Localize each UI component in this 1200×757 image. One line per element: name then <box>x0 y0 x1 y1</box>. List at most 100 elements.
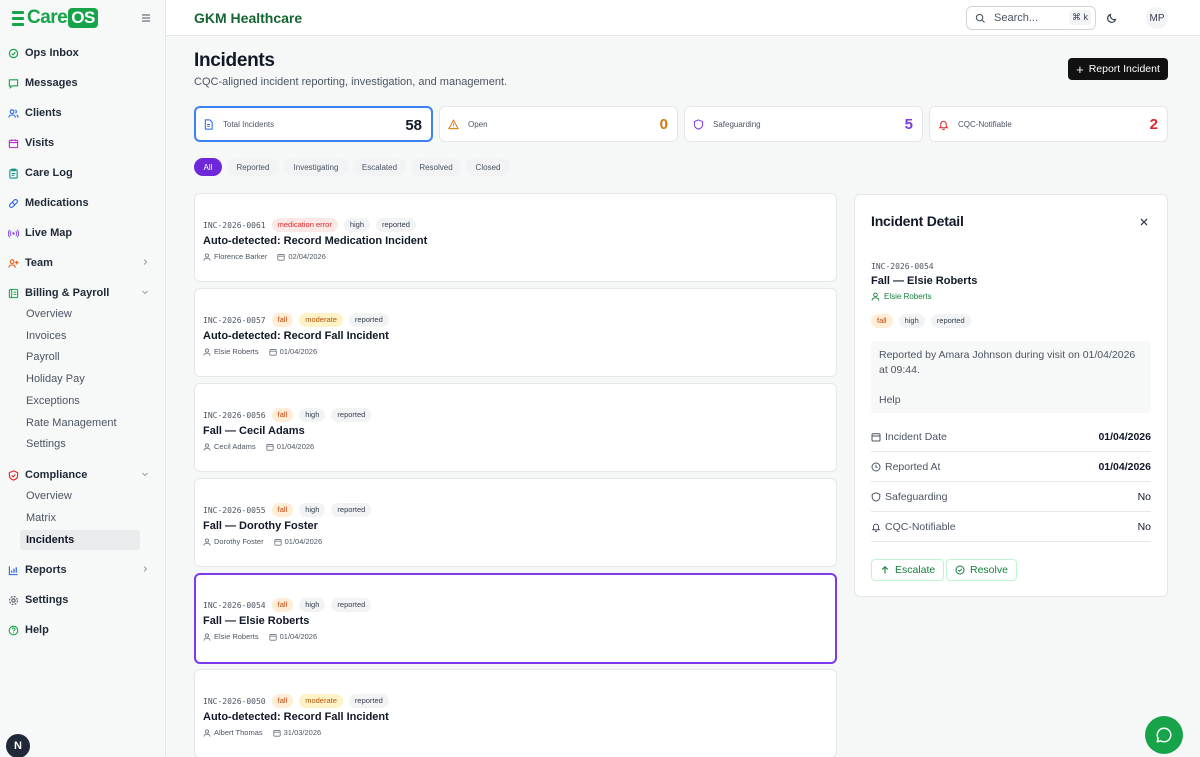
chat-button[interactable] <box>1145 716 1183 754</box>
search-input[interactable]: Search... ⌘ k <box>966 6 1096 30</box>
resolve-button[interactable]: Resolve <box>946 559 1017 581</box>
clipboard-icon <box>8 168 19 179</box>
sidebar-subitem-billing-settings[interactable]: Settings <box>20 434 140 454</box>
sidebar-item-compliance[interactable]: Compliance <box>8 464 158 486</box>
sidebar-item-help[interactable]: Help <box>8 619 158 641</box>
sidebar-item-label: Visits <box>25 137 55 149</box>
sidebar-item-label: Medications <box>25 197 89 209</box>
sidebar-item-label: Live Map <box>25 227 73 239</box>
incident-date: 01/04/2026 <box>276 442 315 451</box>
sidebar-subitem-holiday-pay[interactable]: Holiday Pay <box>20 369 140 389</box>
resolve-label: Resolve <box>970 564 1008 576</box>
incident-date: 01/04/2026 <box>279 632 318 641</box>
incident-card[interactable]: INC-2026-0050 fall moderate reported Aut… <box>194 669 837 757</box>
incident-card[interactable]: INC-2026-0061 medication error high repo… <box>194 193 837 282</box>
incident-card[interactable]: INC-2026-0056 fall high reported Fall — … <box>194 383 837 472</box>
sidebar-item-clients[interactable]: Clients <box>8 102 158 124</box>
n-badge-icon[interactable]: N <box>6 734 30 757</box>
search-shortcut: ⌘ k <box>1068 10 1091 25</box>
detail-client-link[interactable]: Elsie Roberts <box>871 292 932 301</box>
stat-total-incidents[interactable]: Total Incidents 58 <box>194 106 433 142</box>
escalate-label: Escalate <box>895 564 936 576</box>
escalate-button[interactable]: Escalate <box>871 559 945 581</box>
incident-detail-panel: Incident Detail INC-2026-0054 Fall — Els… <box>854 194 1168 597</box>
moon-icon[interactable] <box>1106 12 1118 24</box>
filter-resolved[interactable]: Resolved <box>411 158 461 176</box>
sidebar-subitem-matrix[interactable]: Matrix <box>20 508 140 528</box>
user-icon <box>871 292 880 301</box>
sidebar-item-live-map[interactable]: Live Map <box>8 222 158 244</box>
user-icon <box>203 633 211 641</box>
user-icon <box>203 348 211 356</box>
sidebar-item-care-log[interactable]: Care Log <box>8 162 158 184</box>
sidebar-item-ops-inbox[interactable]: Ops Inbox <box>8 42 158 64</box>
filter-all[interactable]: All <box>194 158 222 176</box>
sidebar-subitem-billing-overview[interactable]: Overview <box>20 304 140 324</box>
sidebar-subitem-exceptions[interactable]: Exceptions <box>20 391 140 411</box>
sidebar-subitem-payroll[interactable]: Payroll <box>20 347 140 367</box>
sidebar-item-messages[interactable]: Messages <box>8 72 158 94</box>
sidebar-item-team[interactable]: Team <box>8 252 158 274</box>
incident-code: INC-2026-0050 <box>203 696 266 706</box>
calendar-icon <box>277 253 285 261</box>
chevron-right-icon <box>140 257 150 267</box>
detail-field-incident-date: Incident Date 01/04/2026 <box>871 422 1151 452</box>
sidebar-item-visits[interactable]: Visits <box>8 132 158 154</box>
avatar[interactable]: MP <box>1146 7 1168 29</box>
filter-closed[interactable]: Closed <box>466 158 510 176</box>
logo-text: Care <box>27 7 68 28</box>
incident-client: Dorothy Foster <box>214 537 264 546</box>
filter-reported[interactable]: Reported <box>227 158 279 176</box>
chevron-down-icon <box>140 287 150 297</box>
calendar-icon <box>8 138 19 149</box>
sidebar-item-label: Billing & Payroll <box>25 287 110 299</box>
logo-os: OS <box>68 8 98 28</box>
severity-tag: moderate <box>299 313 343 327</box>
sidebar-subitem-compliance-overview[interactable]: Overview <box>20 486 140 506</box>
sidebar-item-medications[interactable]: Medications <box>8 192 158 214</box>
sidebar-item-label: Clients <box>25 107 62 119</box>
org-name: GKM Healthcare <box>194 10 303 26</box>
incident-title: Fall — Dorothy Foster <box>203 520 318 532</box>
sidebar-item-label: Help <box>25 624 49 636</box>
sidebar-item-settings[interactable]: Settings <box>8 589 158 611</box>
sidebar-subitem-incidents[interactable]: Incidents <box>20 530 140 550</box>
field-value: No <box>1137 520 1151 533</box>
field-label: Safeguarding <box>885 490 948 503</box>
detail-field-safeguarding: Safeguarding No <box>871 482 1151 512</box>
calendar-icon <box>273 729 281 737</box>
user-icon <box>203 729 211 737</box>
sidebar-item-label: Care Log <box>25 167 73 179</box>
sidebar-item-reports[interactable]: Reports <box>8 559 158 581</box>
filter-investigating[interactable]: Investigating <box>284 158 348 176</box>
type-tag: fall <box>271 694 294 708</box>
incident-card[interactable]: INC-2026-0055 fall high reported Fall — … <box>194 478 837 567</box>
incident-code: INC-2026-0054 <box>203 600 266 610</box>
stat-label: Safeguarding <box>713 119 761 129</box>
careos-logo[interactable]: Care OS <box>12 7 98 28</box>
sidebar-subitem-rate-management[interactable]: Rate Management <box>20 413 140 433</box>
stat-cqc-notifiable[interactable]: CQC-Notifiable 2 <box>929 106 1168 142</box>
stat-safeguarding[interactable]: Safeguarding 5 <box>684 106 923 142</box>
status-tag: reported <box>348 694 389 708</box>
arrow-up-icon <box>880 565 890 575</box>
severity-tag: moderate <box>299 694 343 708</box>
field-value: 01/04/2026 <box>1098 430 1151 443</box>
status-tag: reported <box>331 598 372 612</box>
incident-card[interactable]: INC-2026-0057 fall moderate reported Aut… <box>194 288 837 377</box>
sidebar-item-billing-payroll[interactable]: Billing & Payroll <box>8 282 158 304</box>
filter-escalated[interactable]: Escalated <box>353 158 406 176</box>
incident-card-selected[interactable]: INC-2026-0054 fall high reported Fall — … <box>194 573 837 664</box>
close-icon[interactable] <box>1139 216 1149 226</box>
incident-client: Elsie Roberts <box>214 347 259 356</box>
menu-icon[interactable] <box>140 12 152 24</box>
stat-open[interactable]: Open 0 <box>439 106 678 142</box>
sidebar-subitem-invoices[interactable]: Invoices <box>20 326 140 346</box>
gear-icon <box>8 595 19 606</box>
report-incident-button[interactable]: + Report Incident <box>1068 58 1168 80</box>
incident-code: INC-2026-0057 <box>203 315 266 325</box>
user-plus-icon <box>8 258 19 269</box>
type-tag: fall <box>271 503 294 517</box>
type-tag: medication error <box>271 218 338 232</box>
severity-tag: high <box>898 314 925 328</box>
